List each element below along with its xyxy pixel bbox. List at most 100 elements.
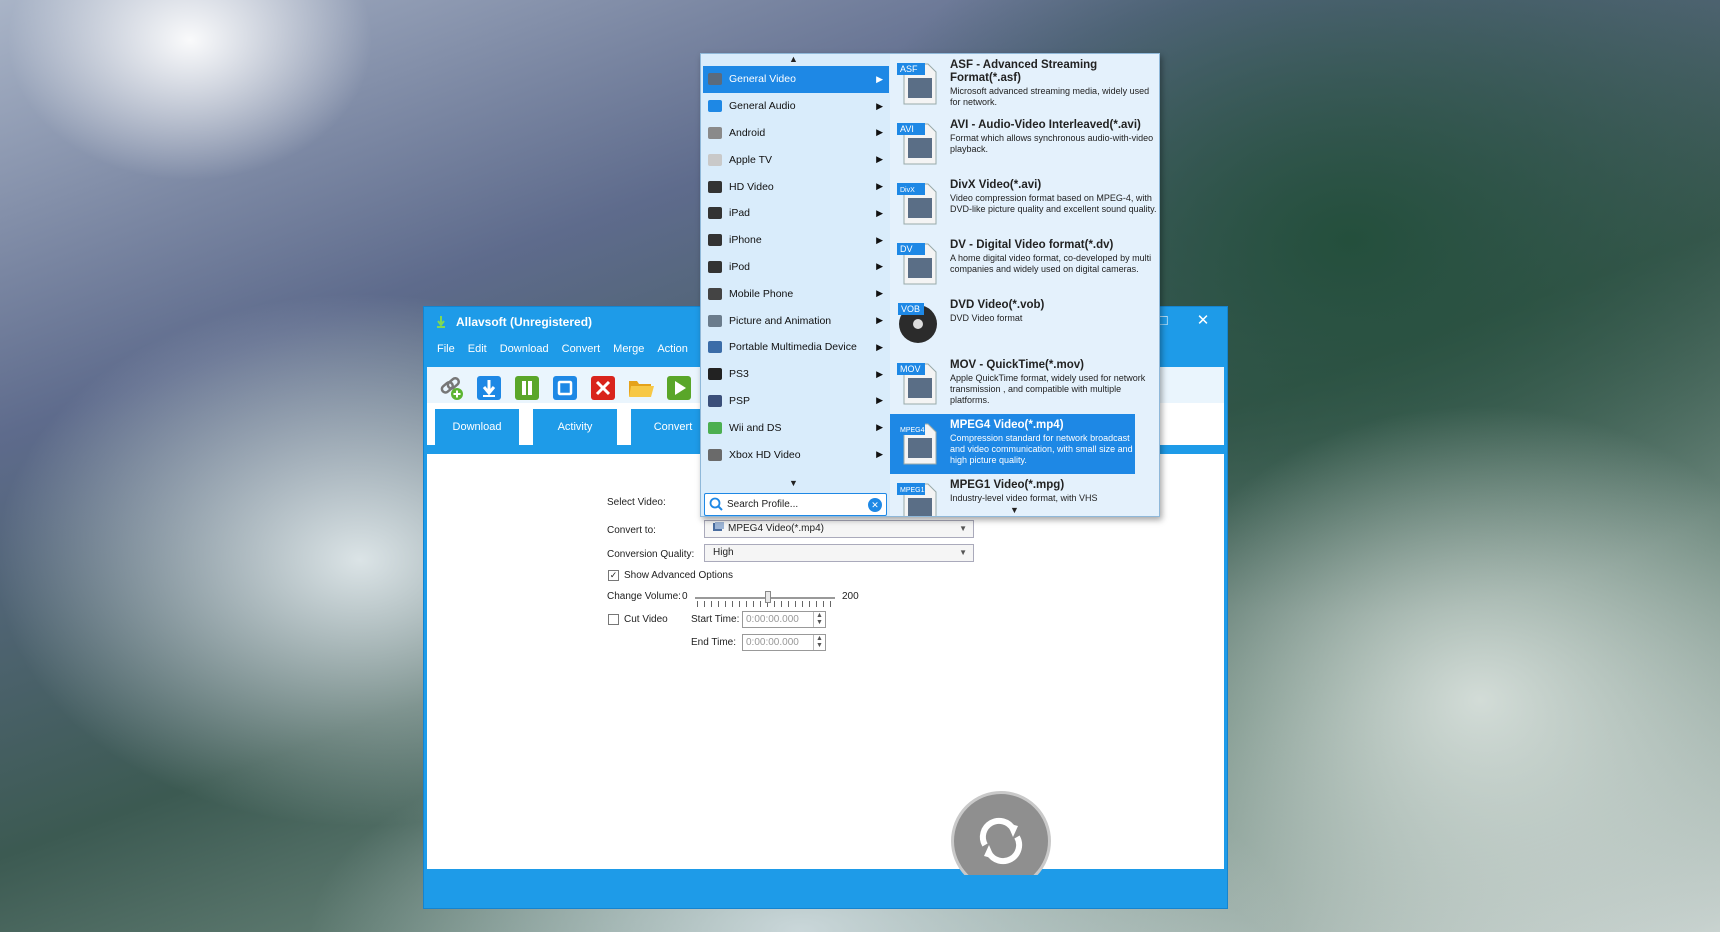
pmp-icon [708,341,722,354]
search-profile-input[interactable]: Search Profile... ✕ [704,493,887,516]
close-button[interactable]: ✕ [1193,311,1213,331]
convert-to-value: MPEG4 Video(*.mp4) [728,523,824,534]
category-label: Portable Multimedia Device [729,341,857,354]
category-item[interactable]: Xbox HD Video ▶ [703,441,889,468]
submenu-arrow-icon: ▶ [876,368,883,379]
menu-merge[interactable]: Merge [613,343,644,355]
category-item[interactable]: Android ▶ [703,120,889,147]
start-time-value: 0:00:00.000 [746,614,799,625]
start-time-input[interactable]: 0:00:00.000 ▲ ▼ [742,611,826,628]
add-link-button[interactable] [437,374,465,402]
submenu-arrow-icon: ▶ [876,422,883,433]
volume-slider-thumb[interactable] [764,591,771,603]
end-time-spinner[interactable]: ▲ ▼ [813,635,825,650]
format-description: A home digital video format, co-develope… [950,253,1152,274]
category-item[interactable]: Portable Multimedia Device ▶ [703,334,889,361]
category-item[interactable]: Wii and DS ▶ [703,414,889,441]
psp-icon [708,394,722,407]
category-item[interactable]: Picture and Animation ▶ [703,307,889,334]
stop-icon [553,376,577,400]
format-badge: MOV [900,364,921,374]
category-item[interactable]: iPhone ▶ [703,227,889,254]
wii-icon [708,421,722,434]
volume-max-label: 200 [842,591,859,602]
format-item[interactable]: DV DV - Digital Video format(*.dv) A home … [890,234,1159,294]
submenu-arrow-icon: ▶ [876,100,883,111]
format-item[interactable]: ASF ASF - Advanced Streaming Format(*.asf… [890,54,1159,114]
format-title: MPEG4 Video(*.mp4) [950,419,1064,431]
chevron-down-icon: ▼ [959,524,967,533]
format-item[interactable]: MPEG4 MPEG4 Video(*.mp4) Compression stand… [890,414,1135,474]
end-time-input[interactable]: 0:00:00.000 ▲ ▼ [742,634,826,651]
quality-select[interactable]: High ▼ [704,544,974,562]
category-item[interactable]: Apple TV ▶ [703,146,889,173]
format-item[interactable]: DivX DivX Video(*.avi) Video compression f… [890,174,1159,234]
clear-search-icon[interactable]: ✕ [868,498,882,512]
search-icon [709,497,723,511]
format-title: MPEG1 Video(*.mpg) [950,479,1065,491]
ipad-icon [708,207,722,220]
menu-edit[interactable]: Edit [468,343,487,355]
category-item[interactable]: PSP ▶ [703,388,889,415]
format-scroll-down-icon[interactable]: ▼ [1010,505,1019,515]
file-format-icon: VOB [898,303,937,343]
category-label: Wii and DS [729,421,782,434]
format-item[interactable]: AVI AVI - Audio-Video Interleaved(*.avi) F… [890,114,1159,174]
iphone-icon [708,234,722,247]
profile-dropdown: ▲ General Video ▶ General Audio ▶ Android ▶ Ap… [700,53,1160,517]
pause-button[interactable] [513,374,541,402]
film-icon [708,73,722,86]
category-label: General Audio [729,100,796,113]
scroll-up-arrow-icon[interactable]: ▲ [789,54,798,64]
file-format-icon: AVI [897,123,937,165]
category-item[interactable]: General Video ▶ [703,66,889,93]
scroll-down-arrow-icon[interactable]: ▼ [789,478,798,488]
download-button[interactable] [475,374,503,402]
format-title: DVD Video(*.vob) [950,299,1045,311]
window-title: Allavsoft (Unregistered) [456,315,593,329]
category-label: Apple TV [729,153,772,166]
category-item[interactable]: PS3 ▶ [703,361,889,388]
submenu-arrow-icon: ▶ [876,261,883,272]
start-time-spinner[interactable]: ▲ ▼ [813,612,825,627]
volume-label: Change Volume: [607,591,681,602]
format-item[interactable]: MPEG1 MPEG1 Video(*.mpg) Industry-level vi… [890,474,1159,516]
category-item[interactable]: Mobile Phone ▶ [703,280,889,307]
file-format-icon: MOV [897,363,937,405]
download-icon [477,376,501,400]
category-label: General Video [729,73,796,86]
delete-button[interactable] [589,374,617,402]
convert-to-select[interactable]: MPEG4 Video(*.mp4) ▼ [704,520,974,538]
advanced-options-checkbox[interactable]: ✓ [608,570,619,581]
category-item[interactable]: General Audio ▶ [703,93,889,120]
file-format-icon: DV [897,243,937,285]
format-item[interactable]: VOB DVD Video(*.vob) DVD Video format [890,294,1159,354]
end-time-value: 0:00:00.000 [746,637,799,648]
app-logo-icon [437,316,445,328]
picture-icon [708,314,722,327]
format-title: MOV - QuickTime(*.mov) [950,359,1084,371]
menu-convert[interactable]: Convert [562,343,601,355]
play-button[interactable] [665,374,693,402]
category-label: Picture and Animation [729,314,832,327]
category-item[interactable]: iPad ▶ [703,200,889,227]
end-time-label: End Time: [691,637,737,648]
category-item[interactable]: iPod ▶ [703,254,889,281]
menu-download[interactable]: Download [500,343,549,355]
category-item[interactable]: HD Video ▶ [703,173,889,200]
menu-file[interactable]: File [437,343,455,355]
format-item[interactable]: MOV MOV - QuickTime(*.mov) Apple QuickTime… [890,354,1159,414]
tab-activity[interactable]: Activity [533,409,617,445]
open-folder-button[interactable] [627,374,655,402]
music-note-icon [708,100,722,113]
stop-button[interactable] [551,374,579,402]
convert-to-label: Convert to: [607,525,656,536]
submenu-arrow-icon: ▶ [876,127,883,138]
tab-download[interactable]: Download [435,409,519,445]
cut-video-checkbox[interactable] [608,614,619,625]
format-description: Format which allows synchronous audio-wi… [950,133,1154,154]
submenu-arrow-icon: ▶ [876,449,883,460]
refresh-icon [979,817,1023,865]
quality-value: High [713,547,734,558]
menu-action[interactable]: Action [657,343,688,355]
